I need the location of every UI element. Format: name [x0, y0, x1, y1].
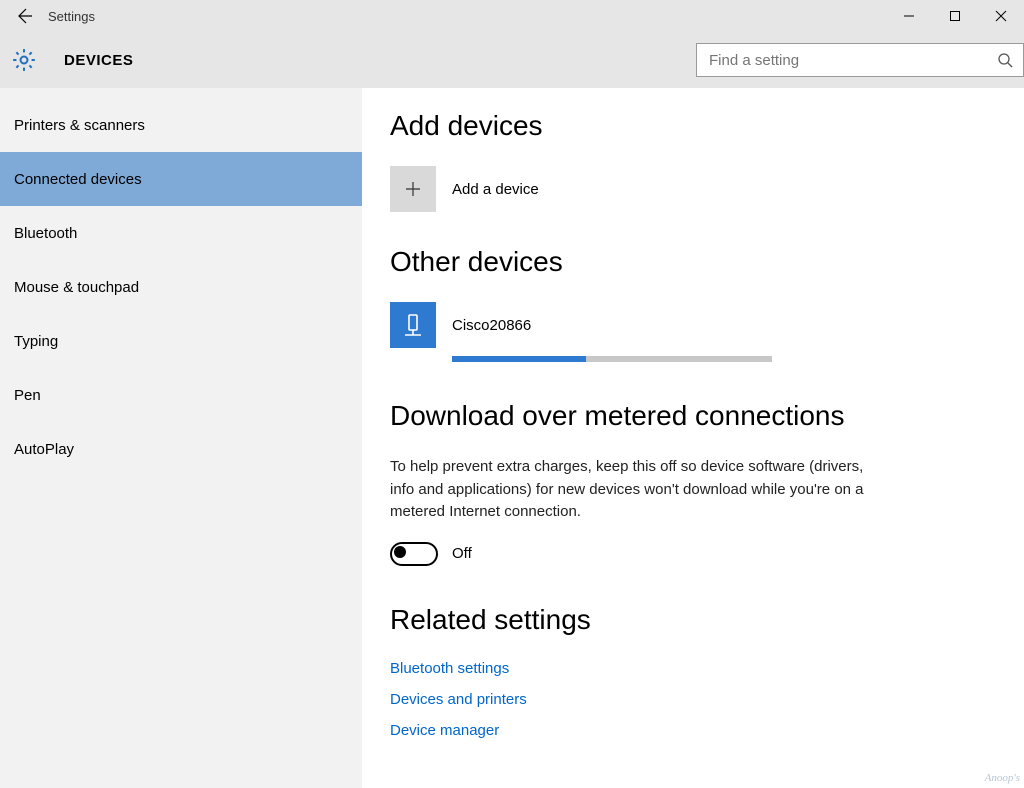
close-button[interactable]: [978, 0, 1024, 32]
link-device-manager[interactable]: Device manager: [390, 722, 1024, 739]
sidebar-item-bluetooth[interactable]: Bluetooth: [0, 206, 362, 260]
plus-box: [390, 166, 436, 212]
sidebar-item-label: Bluetooth: [14, 225, 77, 242]
minimize-button[interactable]: [886, 0, 932, 32]
metered-toggle-state: Off: [452, 545, 472, 562]
search-input[interactable]: [707, 51, 997, 70]
section-title: DEVICES: [64, 52, 133, 69]
maximize-button[interactable]: [932, 0, 978, 32]
watermark: Anoop's: [985, 772, 1020, 784]
other-devices-heading: Other devices: [390, 246, 1024, 278]
minimize-icon: [903, 10, 915, 22]
metered-toggle[interactable]: [390, 542, 438, 566]
link-devices-printers[interactable]: Devices and printers: [390, 691, 1024, 708]
link-bluetooth-settings[interactable]: Bluetooth settings: [390, 660, 1024, 677]
titlebar: Settings: [0, 0, 1024, 32]
toggle-knob: [394, 546, 406, 558]
sidebar-item-label: Typing: [14, 333, 58, 350]
sidebar-item-label: AutoPlay: [14, 441, 74, 458]
add-devices-heading: Add devices: [390, 110, 1024, 142]
maximize-icon: [949, 10, 961, 22]
sidebar-item-typing[interactable]: Typing: [0, 314, 362, 368]
header-bar: DEVICES: [0, 32, 1024, 88]
sidebar-item-label: Pen: [14, 387, 41, 404]
window-title: Settings: [48, 9, 95, 24]
related-heading: Related settings: [390, 604, 1024, 636]
sidebar-item-pen[interactable]: Pen: [0, 368, 362, 422]
device-tile: [390, 302, 436, 348]
sidebar-item-label: Connected devices: [14, 171, 142, 188]
gear-icon: [11, 47, 37, 73]
sidebar-item-printers-scanners[interactable]: Printers & scanners: [0, 98, 362, 152]
add-device-button[interactable]: Add a device: [390, 166, 1024, 212]
device-icon: [399, 311, 427, 339]
sidebar-item-connected-devices[interactable]: Connected devices: [0, 152, 362, 206]
search-box[interactable]: [696, 43, 1024, 77]
sidebar-item-label: Mouse & touchpad: [14, 279, 139, 296]
device-item[interactable]: Cisco20866: [390, 302, 1024, 348]
search-icon: [997, 52, 1013, 68]
back-button[interactable]: [0, 0, 48, 32]
sidebar: Printers & scanners Connected devices Bl…: [0, 88, 362, 788]
arrow-left-icon: [15, 7, 33, 25]
plus-icon: [403, 179, 423, 199]
sidebar-item-mouse-touchpad[interactable]: Mouse & touchpad: [0, 260, 362, 314]
metered-heading: Download over metered connections: [390, 400, 1024, 432]
metered-description: To help prevent extra charges, keep this…: [390, 456, 880, 524]
device-name: Cisco20866: [452, 317, 531, 334]
device-progress: [452, 356, 772, 362]
device-progress-fill: [452, 356, 586, 362]
sidebar-item-autoplay[interactable]: AutoPlay: [0, 422, 362, 476]
close-icon: [995, 10, 1007, 22]
add-device-label: Add a device: [452, 181, 539, 198]
content-area: Add devices Add a device Other devices C…: [362, 88, 1024, 788]
settings-gear[interactable]: [0, 32, 48, 88]
sidebar-item-label: Printers & scanners: [14, 117, 145, 134]
